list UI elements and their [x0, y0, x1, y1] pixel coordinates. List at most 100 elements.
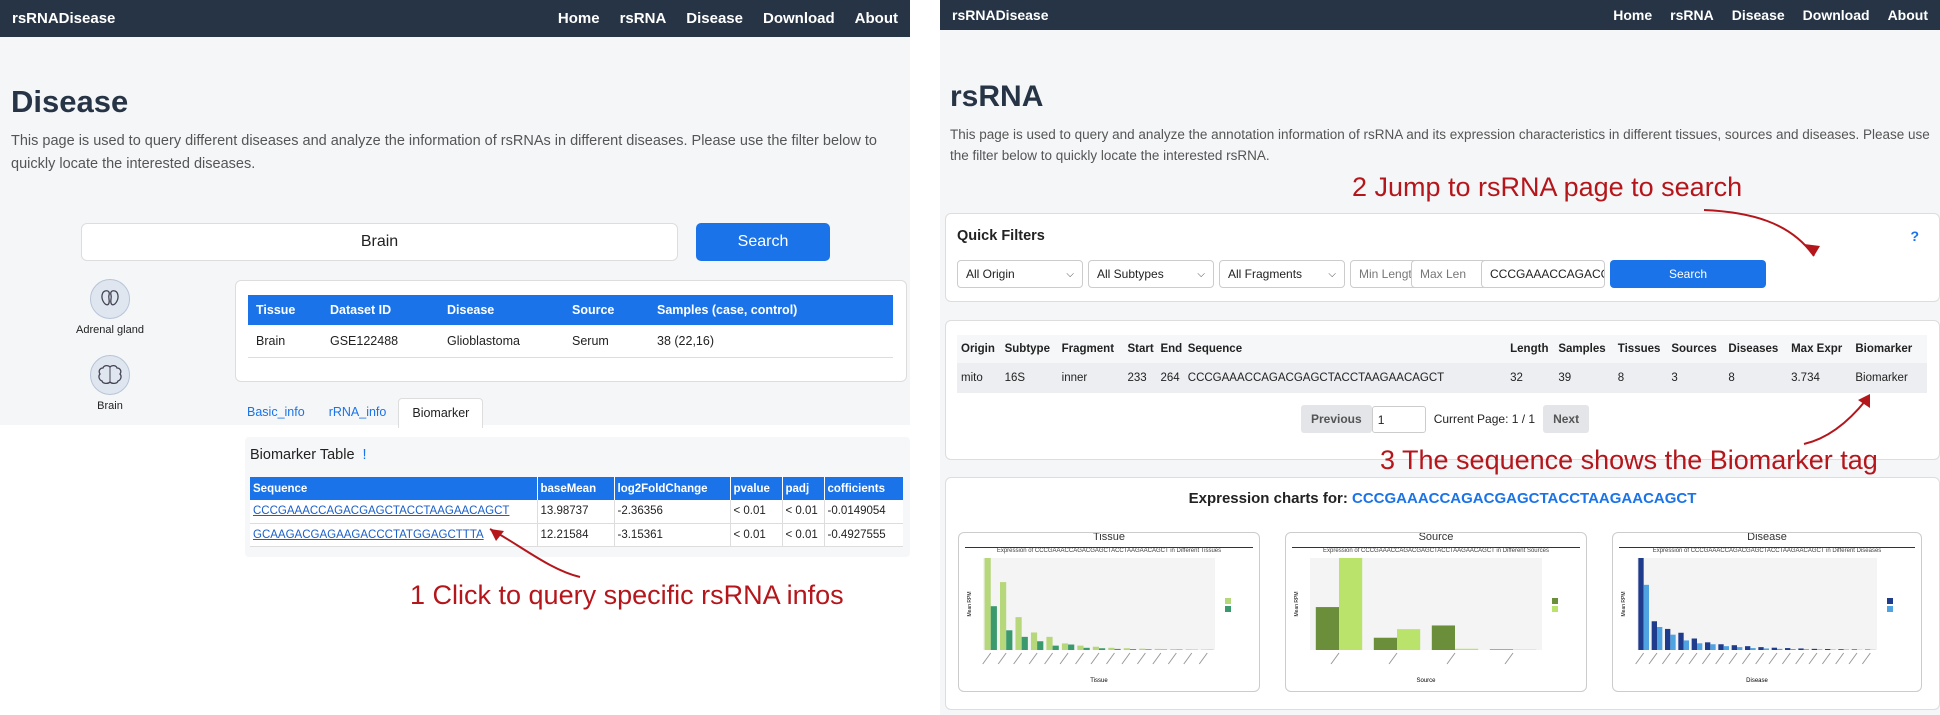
tab-biomarker[interactable]: Biomarker — [398, 398, 484, 428]
nav-rsrna[interactable]: rsRNA — [1670, 7, 1714, 23]
bar — [1046, 636, 1053, 650]
cell: 264 — [1160, 372, 1180, 384]
legend-swatch — [1887, 598, 1893, 604]
bar — [1037, 641, 1044, 650]
cell: 233 — [1127, 372, 1147, 384]
nav-home[interactable]: Home — [1613, 7, 1652, 23]
subtypes-select[interactable]: All Subtypes ⌵ — [1088, 260, 1214, 288]
col-header: Length — [1510, 343, 1549, 355]
bar — [1777, 648, 1783, 650]
fragments-select[interactable]: All Fragments ⌵ — [1219, 260, 1345, 288]
bar — [1817, 649, 1823, 650]
page-title: Disease — [11, 84, 129, 119]
cell: 3 — [1671, 372, 1678, 384]
bar — [1489, 649, 1513, 650]
bar — [1643, 584, 1649, 650]
max-length-input[interactable]: Max Len — [1411, 260, 1487, 288]
y-axis-label: Mean RPM — [1294, 591, 1300, 616]
bar — [1373, 637, 1397, 650]
annotation-arrow-3 — [1803, 394, 1870, 445]
cell: -3.15361 — [614, 523, 731, 546]
nav-download[interactable]: Download — [763, 10, 835, 27]
nav-disease[interactable]: Disease — [1732, 7, 1785, 23]
tab-basic-info[interactable]: Basic_info — [235, 398, 317, 428]
cell: -0.4927555 — [827, 528, 886, 541]
x-tick-label — [1635, 652, 1645, 665]
bar — [1803, 649, 1809, 650]
x-tick-label — [1330, 652, 1340, 665]
dataset-table-card: Tissue Dataset ID Disease Source Samples… — [235, 280, 907, 382]
col-header: Sequence — [250, 477, 538, 500]
nav-download[interactable]: Download — [1803, 7, 1870, 23]
x-tick-label — [1808, 652, 1818, 665]
brand-logo[interactable]: rsRNADisease — [952, 7, 1049, 23]
bar — [1790, 649, 1796, 650]
x-tick-label — [1835, 652, 1845, 665]
legend-swatch — [1225, 598, 1231, 604]
chart-plot-area: Expression of CCCGAAACCAGACGAGCTACCTAAGA… — [1619, 547, 1915, 687]
bar — [1170, 649, 1177, 650]
x-axis-label: Tissue — [1090, 678, 1108, 684]
page-number-input[interactable]: 1 — [1371, 405, 1426, 433]
previous-button[interactable]: Previous — [1301, 405, 1372, 433]
x-tick-label — [1106, 652, 1115, 665]
bar — [1015, 617, 1022, 650]
table-row[interactable]: mito 16S inner 233 264 CCCGAAACCAGACGAGC… — [957, 363, 1927, 393]
search-button[interactable]: Search — [696, 223, 830, 261]
legend-swatch — [1552, 606, 1558, 612]
bar — [1657, 627, 1663, 650]
x-tick-label — [1821, 652, 1831, 665]
col-header: Sources — [1671, 343, 1717, 355]
organ-brain[interactable]: Brain — [70, 355, 150, 412]
cell: inner — [1061, 372, 1088, 384]
bar — [1763, 648, 1769, 650]
table-row[interactable]: Brain GSE122488 Glioblastoma Serum 38 (2… — [248, 325, 893, 357]
bar — [1397, 629, 1421, 650]
chart-plot-area: Expression of CCCGAAACCAGACGAGCTACCTAAGA… — [1292, 547, 1580, 687]
next-button[interactable]: Next — [1543, 405, 1590, 433]
info-icon[interactable]: ! — [363, 447, 367, 463]
select-value: All Origin — [966, 267, 1015, 281]
organ-adrenal-gland[interactable]: Adrenal gland — [70, 279, 150, 336]
cell: < 0.01 — [730, 500, 783, 523]
search-input[interactable]: Brain — [81, 223, 678, 261]
col-header: End — [1160, 343, 1183, 355]
legend-swatch — [1887, 606, 1893, 612]
disease-page-panel: rsRNADisease Home rsRNA Disease Download… — [0, 0, 910, 715]
chart-title: Disease — [1747, 532, 1787, 543]
tab-rrna-info[interactable]: rRNA_info — [317, 398, 399, 428]
help-icon[interactable]: ? — [1910, 228, 1919, 244]
col-header: Samples (case, control) — [657, 303, 798, 317]
bar — [1077, 645, 1084, 650]
bar — [1021, 636, 1028, 650]
brand-logo[interactable]: rsRNADisease — [12, 10, 115, 27]
charts-sequence: CCCGAAACCAGACGAGCTACCTAAGAACAGCT — [1351, 490, 1697, 507]
col-header: Max Expr — [1791, 343, 1843, 355]
navbar: rsRNADisease Home rsRNA Disease Download… — [940, 0, 1940, 30]
x-tick-label — [1675, 652, 1685, 665]
bar — [1697, 643, 1703, 650]
cell: Brain — [256, 333, 286, 348]
x-tick-label — [1152, 652, 1162, 665]
x-tick-label — [1795, 652, 1805, 665]
nav-rsrna[interactable]: rsRNA — [620, 10, 667, 27]
bar — [1731, 645, 1737, 650]
x-tick-label — [1688, 652, 1698, 665]
biomarker-title-text: Biomarker Table — [250, 447, 355, 463]
nav-home[interactable]: Home — [558, 10, 600, 27]
col-header: Samples — [1558, 343, 1606, 355]
x-tick-label — [1755, 652, 1765, 665]
nav-about[interactable]: About — [1888, 7, 1928, 23]
bar — [1670, 634, 1676, 650]
cell: -0.0149054 — [827, 505, 886, 518]
sequence-input[interactable]: CCCGAAACCAGACGAG — [1481, 260, 1605, 288]
bar — [1339, 558, 1363, 650]
nav-disease[interactable]: Disease — [686, 10, 743, 27]
organ-label: Adrenal gland — [76, 324, 144, 336]
origin-select[interactable]: All Origin ⌵ — [957, 260, 1083, 288]
nav-about[interactable]: About — [855, 10, 898, 27]
bar — [1099, 648, 1106, 650]
cell: 8 — [1728, 372, 1735, 384]
x-tick-label — [1861, 652, 1871, 665]
x-tick-label — [1059, 652, 1069, 665]
